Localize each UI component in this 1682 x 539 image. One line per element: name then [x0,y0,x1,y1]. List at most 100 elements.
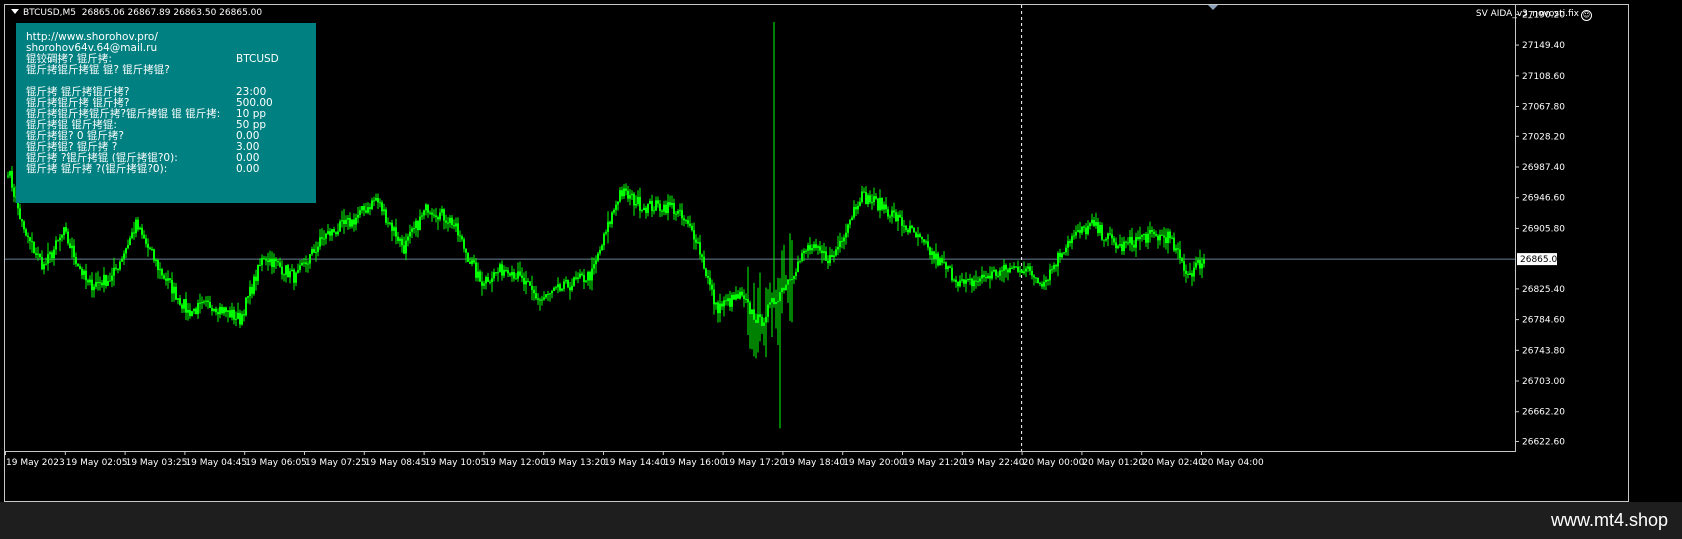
candle-body [869,195,871,203]
candle-body [951,267,953,281]
candle-body [453,224,455,227]
candle-body [309,254,311,264]
candle-body [443,209,445,221]
candle-body [333,229,335,233]
candle-body [563,281,565,289]
candle-body [681,210,683,219]
candle-body [239,312,241,325]
candle-body [1031,270,1033,276]
candle-body [89,279,91,283]
candle-body [631,193,633,196]
candle-body [905,225,907,230]
candle-body [515,278,517,280]
candle-body [373,200,375,202]
price-tick-label: 26662.20 [1522,408,1565,418]
candle-body [1199,260,1201,269]
candle-body [397,236,399,241]
candle-body [479,271,481,282]
candle-body [983,274,985,278]
candle-body [123,253,125,259]
candle-body [1077,230,1079,232]
candle-body [1071,236,1073,244]
candle-body [1183,261,1185,271]
time-tick-label: 19 May 02:05 [66,458,128,468]
candle-body [73,245,75,257]
candle-body [1133,244,1135,248]
candle-body [1039,282,1041,284]
candle-body [653,210,655,212]
candle-body [411,228,413,232]
chart-window[interactable]: 27190.20 27149.40 27108.60 27067.80 27028.20… [4,4,1629,502]
candle-body [855,206,857,210]
candle-body [301,262,303,266]
candle-body [227,310,229,312]
candle-body [379,202,381,204]
candle-body [1107,233,1109,240]
candle-body [243,314,245,316]
candle-body [1063,252,1065,254]
candle-body [809,245,811,251]
candle-body [481,281,483,286]
candle-body [625,188,627,191]
candle-body [559,284,561,291]
candle-body [1165,237,1167,243]
candle-body [27,235,29,238]
candle-body [171,280,173,294]
candle-body [1051,269,1053,271]
candle-body [647,203,649,213]
candle-body [997,275,999,277]
candle-body [701,254,703,257]
candle-body [991,271,993,279]
collapse-triangle-icon[interactable] [11,9,19,14]
candle-body [863,191,865,193]
candle-body [375,198,377,201]
candle-body [357,215,359,218]
candle-body [1113,238,1115,243]
candle-body [739,291,741,299]
candle-body [1009,267,1011,273]
candle-body [1005,264,1007,270]
candle-body [155,260,157,262]
chart-shift-marker-icon[interactable] [1208,5,1218,10]
candle-body [959,280,961,287]
candle-body [915,232,917,238]
candle-body [233,309,235,320]
candle-body [733,294,735,300]
candle-body [641,210,643,212]
candle-body [427,204,429,213]
candle-body [335,232,337,235]
candle-body [617,201,619,205]
candle-body [1137,237,1139,240]
candle-body [101,282,103,286]
candle-body [847,224,849,233]
candle-body [497,272,499,274]
expert-label[interactable]: SV AIDA_v3_novosti.fix ☺ [1476,9,1592,21]
candle-body [787,279,789,285]
candle-body [893,210,895,213]
candle-body [297,270,299,273]
candle-body [449,217,451,223]
candle-body [199,302,201,304]
candle-body [91,279,93,291]
time-tick-label: 19 May 21:20 [903,458,965,468]
candle-body [741,291,743,296]
candle-body [665,204,667,213]
candle-body [1043,282,1045,287]
candle-body [837,246,839,250]
candle-body [169,278,171,281]
candle-body [969,278,971,280]
candle-body [857,205,859,210]
candle-body [271,258,273,268]
candle-body [817,246,819,248]
candle-body [683,218,685,221]
candle-body [861,191,863,202]
candle-body [29,237,31,242]
candle-body [767,304,769,317]
candle-body [843,237,845,242]
time-tick-label: 20 May 01:20 [1082,458,1144,468]
candle-body [363,206,365,211]
candle-body [1041,283,1043,287]
candle-body [589,271,591,281]
candle-body [127,245,129,249]
candle-body [195,308,197,315]
